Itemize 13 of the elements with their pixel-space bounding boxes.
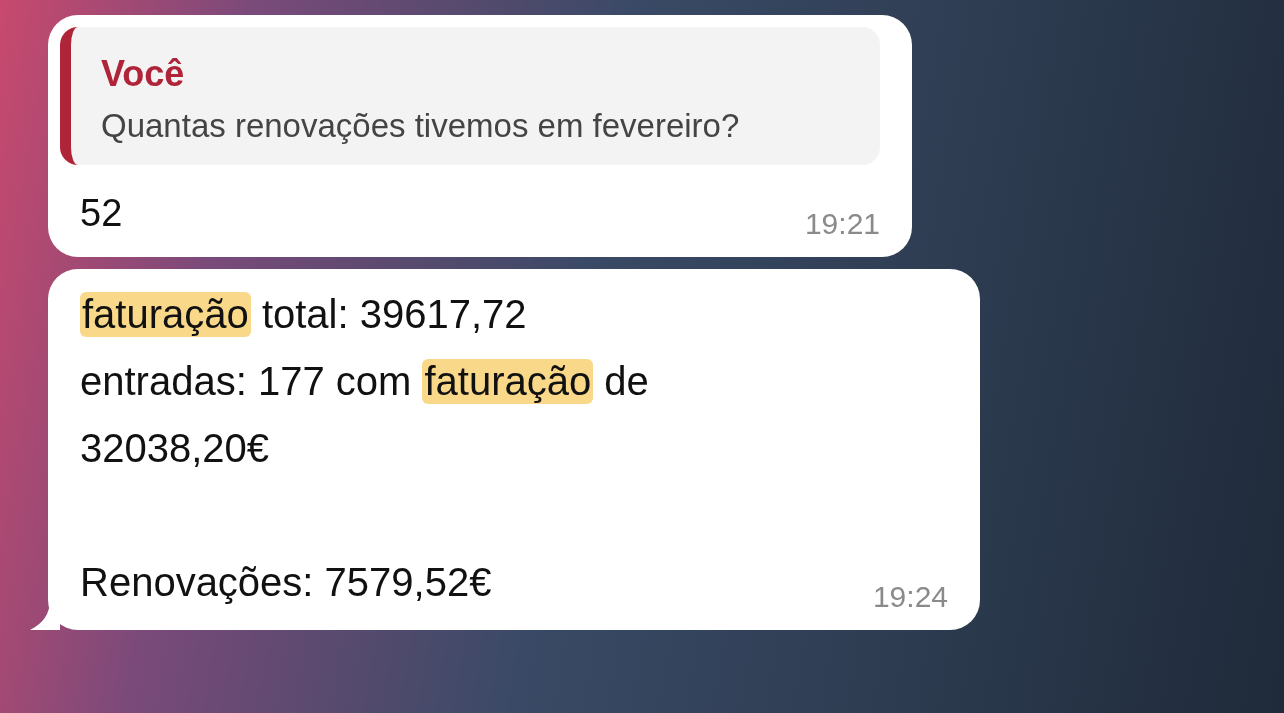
message-text: entradas: 177 com — [80, 359, 413, 404]
quoted-message[interactable]: Você Quantas renovações tivemos em fevereiro? — [60, 27, 880, 165]
message-time: 19:24 — [872, 580, 948, 614]
message-text: de — [603, 359, 649, 404]
message-text: 52 — [80, 191, 123, 235]
message-text: 32038,20€ — [80, 426, 270, 471]
quote-author: Você — [101, 53, 186, 95]
highlighted-text: faturação — [422, 359, 594, 404]
quote-text: Quantas renovações tivemos em fevereiro? — [101, 107, 741, 145]
highlighted-text: faturação — [80, 292, 251, 337]
message-time: 19:21 — [804, 207, 880, 241]
message-text: Renovações: 7579,52€ — [80, 560, 492, 605]
message-text: total: 39617,72 — [260, 292, 527, 337]
